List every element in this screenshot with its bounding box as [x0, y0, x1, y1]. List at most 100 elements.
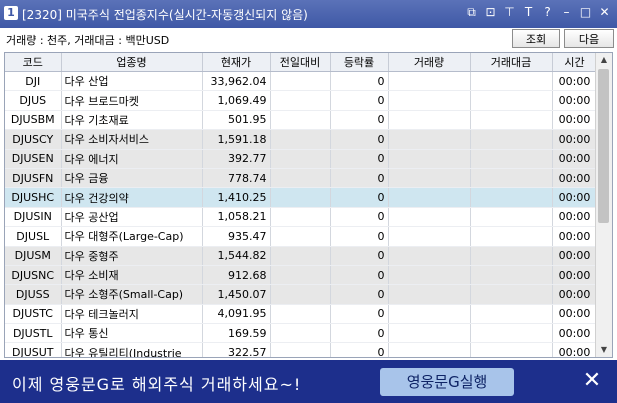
title-bar: 1 [2320] 미국주식 전업종지수(실시간-자동갱신되지 않음) ⧉ ⊡ ⊤… — [0, 0, 617, 28]
cell-price: 392.77 — [202, 149, 271, 169]
cell-price: 778.74 — [202, 168, 271, 189]
table-row[interactable]: DJUSFN 다우 금융 778.74 0 00:00 — [5, 168, 598, 189]
cell-code: DJUS — [5, 90, 62, 111]
cell-volume — [388, 187, 471, 208]
cell-rate: 0 — [330, 149, 389, 169]
banner-text: 이제 영웅문G로 해외주식 거래하세요~! — [12, 375, 302, 394]
col-header-name[interactable]: 업종명 — [61, 53, 203, 72]
cell-change — [270, 149, 331, 169]
table-row[interactable]: DJI 다우 산업 33,962.04 0 00:00 — [5, 71, 598, 92]
table-row[interactable]: DJUSBM 다우 기초재료 501.95 0 00:00 — [5, 110, 598, 131]
col-header-price[interactable]: 현재가 — [202, 53, 271, 72]
minimize-icon[interactable]: – — [560, 5, 573, 19]
cell-code: DJUSBM — [5, 110, 62, 131]
scroll-down-icon[interactable]: ▼ — [596, 343, 612, 357]
cell-rate: 0 — [330, 246, 389, 266]
cell-volume — [388, 284, 471, 305]
cell-code: DJUSNC — [5, 265, 62, 286]
font-icon[interactable]: T — [522, 5, 535, 19]
cell-change — [270, 71, 331, 92]
table-row[interactable]: DJUSCY 다우 소비자서비스 1,591.18 0 00:00 — [5, 129, 598, 150]
cell-name: 다우 테크놀러지 — [61, 304, 203, 325]
index-table: 코드 업종명 현재가 전일대비 등락률 거래량 거래대금 시간 DJI 다우 산업… — [5, 53, 598, 357]
cell-time: 00:00 — [552, 129, 598, 150]
table-row[interactable]: DJUSIN 다우 공산업 1,058.21 0 00:00 — [5, 207, 598, 228]
table-row[interactable]: DJUSL 다우 대형주(Large-Cap) 935.47 0 00:00 — [5, 226, 598, 247]
cell-time: 00:00 — [552, 187, 598, 208]
cell-name: 다우 소비재 — [61, 265, 203, 286]
cell-code: DJUSIN — [5, 207, 62, 228]
cell-change — [270, 168, 331, 189]
cell-price: 322.57 — [202, 342, 271, 357]
cell-code: DJUSM — [5, 246, 62, 266]
cell-rate: 0 — [330, 110, 389, 131]
table-row[interactable]: DJUSTL 다우 통신 169.59 0 00:00 — [5, 323, 598, 344]
cell-price: 1,410.25 — [202, 187, 271, 208]
cell-rate: 0 — [330, 342, 389, 357]
table-row[interactable]: DJUSM 다우 중형주 1,544.82 0 00:00 — [5, 246, 598, 266]
cell-amount — [470, 71, 553, 92]
link-window-icon[interactable]: ⧉ — [465, 5, 478, 19]
cell-amount — [470, 207, 553, 228]
table-row[interactable]: DJUSNC 다우 소비재 912.68 0 00:00 — [5, 265, 598, 286]
table-row[interactable]: DJUSUT 다우 유틸리티(Industrie 322.57 0 00:00 — [5, 342, 598, 357]
table-row[interactable]: DJUSS 다우 소형주(Small-Cap) 1,450.07 0 00:00 — [5, 284, 598, 305]
cell-volume — [388, 71, 471, 92]
cell-volume — [388, 323, 471, 344]
cell-volume — [388, 168, 471, 189]
index-grid[interactable]: 코드 업종명 현재가 전일대비 등락률 거래량 거래대금 시간 DJI 다우 산업… — [4, 52, 613, 358]
close-icon[interactable]: ✕ — [598, 5, 611, 19]
next-button[interactable]: 다음 — [564, 29, 614, 48]
help-icon[interactable]: ? — [541, 5, 554, 19]
cell-rate: 0 — [330, 90, 389, 111]
table-row[interactable]: DJUSEN 다우 에너지 392.77 0 00:00 — [5, 149, 598, 169]
col-header-amount[interactable]: 거래대금 — [470, 53, 553, 72]
cell-rate: 0 — [330, 207, 389, 228]
cell-time: 00:00 — [552, 149, 598, 169]
scroll-thumb[interactable] — [598, 69, 609, 223]
col-header-time[interactable]: 시간 — [552, 53, 598, 72]
cell-code: DJUSEN — [5, 149, 62, 169]
cell-price: 33,962.04 — [202, 71, 271, 92]
cell-name: 다우 소형주(Small-Cap) — [61, 284, 203, 305]
cell-code: DJUSL — [5, 226, 62, 247]
col-header-volume[interactable]: 거래량 — [388, 53, 471, 72]
cell-name: 다우 중형주 — [61, 246, 203, 266]
copy-window-icon[interactable]: ⊡ — [484, 5, 497, 19]
cell-rate: 0 — [330, 304, 389, 325]
cell-change — [270, 110, 331, 131]
cell-time: 00:00 — [552, 90, 598, 111]
cell-time: 00:00 — [552, 323, 598, 344]
table-row[interactable]: DJUS 다우 브로드마켓 1,069.49 0 00:00 — [5, 90, 598, 111]
cell-amount — [470, 246, 553, 266]
cell-code: DJI — [5, 71, 62, 92]
cell-name: 다우 금융 — [61, 168, 203, 189]
cell-amount — [470, 265, 553, 286]
cell-price: 169.59 — [202, 323, 271, 344]
cell-rate: 0 — [330, 168, 389, 189]
banner-close-icon[interactable]: ✕ — [580, 369, 604, 393]
title-buttons: ⧉ ⊡ ⊤ T ? – □ ✕ — [465, 5, 611, 19]
query-button[interactable]: 조회 — [512, 29, 560, 48]
cell-amount — [470, 129, 553, 150]
pin-icon[interactable]: ⊤ — [503, 5, 516, 19]
col-header-rate[interactable]: 등락률 — [330, 53, 389, 72]
cell-volume — [388, 207, 471, 228]
scroll-up-icon[interactable]: ▲ — [596, 53, 612, 67]
col-header-change[interactable]: 전일대비 — [270, 53, 331, 72]
cell-amount — [470, 90, 553, 111]
col-header-code[interactable]: 코드 — [5, 53, 62, 72]
table-row[interactable]: DJUSTC 다우 테크놀러지 4,091.95 0 00:00 — [5, 304, 598, 325]
cell-code: DJUSHC — [5, 187, 62, 208]
cell-volume — [388, 129, 471, 150]
cell-rate: 0 — [330, 129, 389, 150]
cell-time: 00:00 — [552, 71, 598, 92]
launch-hero-g-button[interactable]: 영웅문G실행 — [380, 368, 514, 396]
cell-time: 00:00 — [552, 207, 598, 228]
maximize-icon[interactable]: □ — [579, 5, 592, 19]
vertical-scrollbar[interactable]: ▲ ▼ — [595, 53, 612, 357]
cell-time: 00:00 — [552, 168, 598, 189]
cell-change — [270, 265, 331, 286]
promo-banner: 이제 영웅문G로 해외주식 거래하세요~! 영웅문G실행 ✕ — [0, 360, 617, 403]
table-row[interactable]: DJUSHC 다우 건강의약 1,410.25 0 00:00 — [5, 187, 598, 208]
